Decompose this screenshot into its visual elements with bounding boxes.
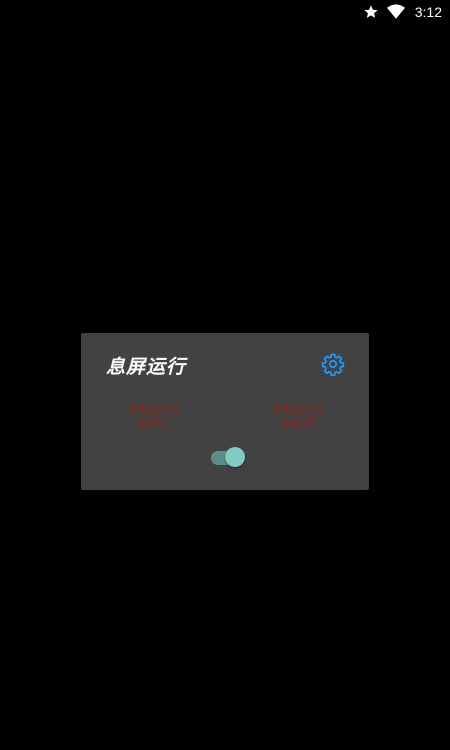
- shizuku-run-status: SHIZUKU 未运行: [104, 402, 204, 430]
- screen-off-dialog: 息屏运行 SHIZUKU 未运行 SHIZUKU 未授权: [81, 333, 369, 490]
- shizuku-run-status-state: 未运行: [135, 416, 172, 430]
- star-icon: [363, 4, 379, 20]
- shizuku-auth-status: SHIZUKU 未授权: [248, 402, 348, 430]
- screen-off-toggle[interactable]: [211, 447, 247, 469]
- toggle-thumb: [225, 447, 245, 467]
- gear-icon: [321, 353, 345, 380]
- settings-button[interactable]: [321, 352, 345, 376]
- dialog-title: 息屏运行: [106, 356, 187, 378]
- wifi-icon: [386, 4, 405, 20]
- status-bar: 3:12: [0, 0, 450, 24]
- status-clock: 3:12: [414, 4, 442, 20]
- status-icons: 3:12: [363, 2, 442, 22]
- shizuku-auth-status-name: SHIZUKU: [271, 402, 325, 416]
- shizuku-auth-status-state: 未授权: [279, 416, 316, 430]
- shizuku-run-status-name: SHIZUKU: [127, 402, 181, 416]
